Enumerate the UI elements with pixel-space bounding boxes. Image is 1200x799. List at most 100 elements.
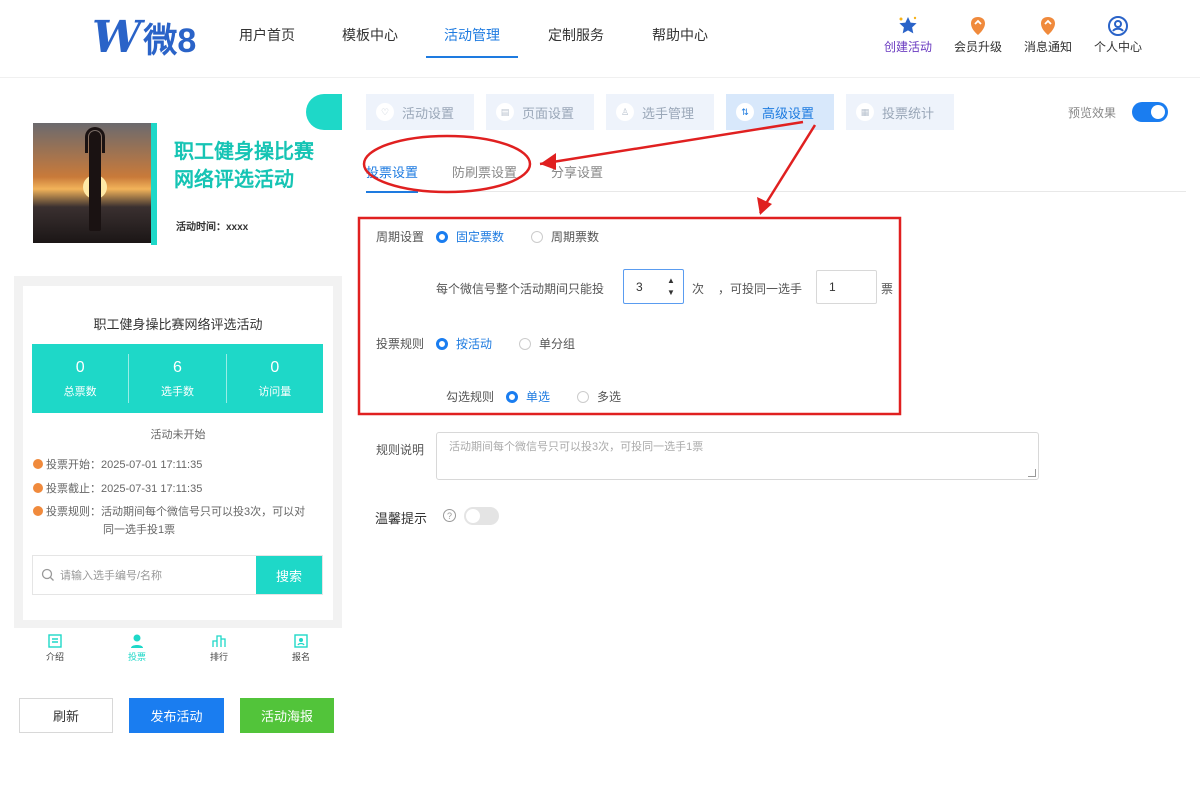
heart-icon: ♡	[376, 103, 394, 121]
radio-dot	[519, 337, 531, 350]
tab-ranking[interactable]: 排行	[178, 628, 260, 672]
tab-intro-label: 介绍	[45, 652, 64, 662]
subtab-share-settings[interactable]: 分享设置	[551, 150, 603, 192]
tab-intro[interactable]: 介绍	[14, 628, 96, 672]
star-create-icon	[896, 14, 920, 38]
main-nav: 用户首页 模板中心 活动管理 定制服务 帮助中心	[220, 0, 726, 70]
tip-label: 温馨提示	[375, 511, 428, 526]
member-upgrade-button[interactable]: 会员升级	[954, 14, 1002, 55]
notification-icon	[1036, 14, 1060, 38]
desc-placeholder: 活动期间每个微信号只可以投3次，可投同一选手1票	[449, 441, 704, 453]
mobile-preview: 职工健身操比赛 网络评选活动 活动时间：xxxx 职工健身操比赛网络评选活动 0…	[14, 80, 342, 630]
notifications-label: 消息通知	[1023, 40, 1072, 54]
user-center-icon	[1106, 14, 1130, 38]
stat-value: 6	[173, 358, 182, 376]
radio-label: 单选	[526, 390, 551, 404]
vote-limit-stepper[interactable]: 3 ▲ ▼	[623, 269, 684, 304]
desc-label: 规则说明	[376, 443, 425, 457]
tab-signup[interactable]: 报名	[260, 628, 342, 672]
stat-value: 0	[75, 358, 85, 376]
search-icon	[41, 568, 54, 581]
yoga-person-silhouette	[89, 131, 101, 231]
tab-label: 选手管理	[642, 105, 695, 121]
create-activity-button[interactable]: 创建活动	[884, 14, 932, 55]
radio-by-activity[interactable]: 按活动	[436, 335, 492, 352]
notifications-button[interactable]: 消息通知	[1024, 14, 1072, 55]
tab-advanced-settings[interactable]: ⇅ 高级设置	[726, 94, 834, 130]
radio-cycle-votes[interactable]: 周期票数	[531, 228, 599, 245]
create-activity-label: 创建活动	[883, 40, 932, 54]
radio-dot	[531, 230, 543, 243]
nav-home[interactable]: 用户首页	[220, 0, 314, 70]
activity-poster-button[interactable]: 活动海报	[240, 698, 334, 733]
preview-banner: 职工健身操比赛 网络评选活动 活动时间：xxxx	[14, 80, 342, 276]
refresh-button[interactable]: 刷新	[19, 698, 113, 733]
search-input[interactable]: 请输入选手编号/名称	[33, 556, 256, 594]
search-button[interactable]: 搜索	[256, 556, 322, 594]
radio-fixed-votes[interactable]: 固定票数	[436, 228, 504, 245]
info-dot-icon	[33, 506, 43, 516]
settings-tabs: ♡ 活动设置 ▤ 页面设置 ♙ 选手管理 ⇅ 高级设置 ▦ 投票统计	[366, 94, 954, 130]
stat-total-votes: 0 总票数	[32, 354, 130, 403]
preview-toggle-switch[interactable]	[1132, 102, 1169, 122]
same-player-unit: 票	[881, 282, 894, 296]
tab-vote[interactable]: 投票	[96, 628, 178, 672]
vote-limit-value: 3	[636, 279, 643, 294]
same-player-votes-input[interactable]: 1	[816, 270, 877, 304]
vote-rule-text: 投票规则：活动期间每个微信号只可以投3次，可以对	[46, 506, 306, 518]
resize-grip-icon[interactable]	[1028, 469, 1036, 477]
preview-tabbar: 介绍 投票 排行 报名	[14, 628, 342, 672]
rule-description-textarea[interactable]: 活动期间每个微信号只可以投3次，可投同一选手1票	[436, 432, 1039, 480]
info-dot-icon	[33, 483, 43, 493]
annotation-arrow-down-head	[757, 197, 772, 215]
player-search: 请输入选手编号/名称 搜索	[32, 555, 323, 595]
tab-page-settings[interactable]: ▤ 页面设置	[486, 94, 594, 130]
banner-title-line1: 职工健身操比赛	[174, 141, 314, 163]
radio-dot	[577, 390, 589, 403]
radio-label: 按活动	[456, 337, 493, 351]
tab-label: 投票统计	[882, 105, 935, 121]
vote-user-icon	[128, 632, 146, 650]
banner-photo	[33, 123, 153, 243]
nav-activity-management[interactable]: 活动管理	[426, 0, 518, 70]
radio-dot	[436, 337, 448, 350]
tab-player-management[interactable]: ♙ 选手管理	[606, 94, 714, 130]
subtab-anti-fraud-settings[interactable]: 防刷票设置	[452, 150, 517, 192]
rule-label: 投票规则	[376, 337, 425, 351]
vote-end-info: 投票截止：2025-07-31 17:11:35	[33, 480, 323, 498]
user-center-button[interactable]: 个人中心	[1094, 14, 1142, 55]
logo-text: 微8	[143, 21, 197, 60]
tab-label: 高级设置	[762, 105, 815, 121]
radio-single-choice[interactable]: 单选	[506, 388, 550, 405]
stats-bar: 0 总票数 6 选手数 0 访问量	[32, 344, 323, 413]
cycle-label: 周期设置	[376, 230, 425, 244]
tab-activity-settings[interactable]: ♡ 活动设置	[366, 94, 474, 130]
stepper-down-icon[interactable]: ▼	[667, 287, 675, 299]
nav-templates[interactable]: 模板中心	[314, 0, 426, 70]
site-logo[interactable]: W 微8	[92, 12, 197, 63]
nav-custom-service[interactable]: 定制服务	[518, 0, 634, 70]
vote-start-text: 投票开始：2025-07-01 17:11:35	[46, 459, 203, 471]
help-icon[interactable]: ?	[443, 509, 456, 522]
stepper-arrows[interactable]: ▲ ▼	[659, 270, 683, 303]
nav-help-center[interactable]: 帮助中心	[634, 0, 726, 70]
tab-vote-label: 投票	[127, 652, 146, 662]
vote-rule-text-line2: 同一选手投1票	[103, 524, 176, 536]
stepper-up-icon[interactable]: ▲	[667, 275, 675, 287]
preview-actions: 刷新 发布活动 活动海报	[19, 698, 334, 733]
same-player-prefix: ，可投同一选手	[718, 282, 803, 296]
radio-label: 固定票数	[456, 230, 505, 244]
tab-vote-statistics[interactable]: ▦ 投票统计	[846, 94, 954, 130]
banner-accent-bar	[151, 123, 157, 245]
search-placeholder: 请输入选手编号/名称	[60, 570, 163, 582]
activity-time: 活动时间：xxxx	[176, 222, 249, 233]
settings-sliders-icon: ⇅	[736, 103, 754, 121]
radio-single-group[interactable]: 单分组	[519, 335, 575, 352]
subtab-vote-settings[interactable]: 投票设置	[366, 150, 419, 193]
stat-value: 0	[270, 358, 280, 376]
radio-multi-choice[interactable]: 多选	[577, 388, 621, 405]
select-label: 勾选规则	[446, 390, 495, 404]
publish-activity-button[interactable]: 发布活动	[129, 698, 224, 733]
intro-icon	[46, 632, 64, 650]
tip-toggle-switch[interactable]	[464, 507, 499, 525]
